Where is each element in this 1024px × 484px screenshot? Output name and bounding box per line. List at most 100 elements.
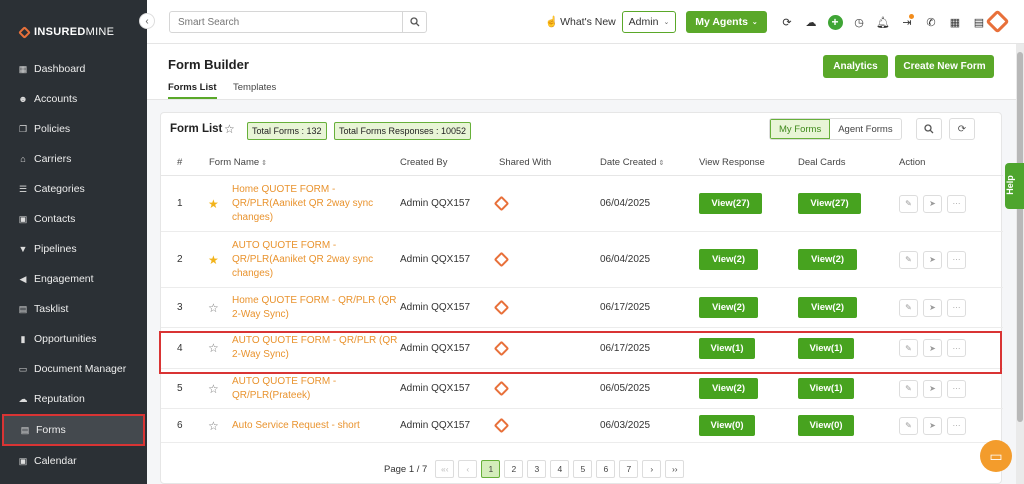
- page-4-button[interactable]: 4: [550, 460, 570, 478]
- deal-cards-button[interactable]: View(27): [798, 193, 861, 214]
- col-form-name[interactable]: Form Name ⇕: [209, 157, 267, 168]
- add-icon[interactable]: +: [823, 12, 847, 32]
- more-options-icon[interactable]: ···: [947, 379, 966, 398]
- deal-cards-button[interactable]: View(1): [798, 378, 854, 399]
- logo[interactable]: INSUREDMINE: [18, 25, 114, 39]
- edit-icon[interactable]: ✎: [899, 250, 918, 269]
- refresh-button[interactable]: ⟳: [949, 118, 975, 140]
- page-1-button[interactable]: 1: [481, 460, 501, 478]
- sidebar-item-accounts[interactable]: ☻ Accounts: [0, 84, 147, 114]
- prev-page-button[interactable]: ‹: [458, 460, 478, 478]
- clock-icon[interactable]: ◷: [847, 12, 871, 32]
- my-forms-toggle[interactable]: My Forms: [770, 119, 831, 139]
- star-icon[interactable]: ☆: [208, 369, 219, 408]
- view-response-button[interactable]: View(2): [699, 297, 758, 318]
- next-page-button[interactable]: ›: [642, 460, 662, 478]
- chat-widget-button[interactable]: ▭: [980, 440, 1012, 472]
- send-icon[interactable]: ➤: [923, 416, 942, 435]
- star-icon[interactable]: ☆: [208, 288, 219, 327]
- deal-cards-button[interactable]: View(2): [798, 249, 857, 270]
- page-2-button[interactable]: 2: [504, 460, 524, 478]
- sidebar-item-categories[interactable]: ☰ Categories: [0, 174, 147, 204]
- sidebar-item-engagement[interactable]: ◀ Engagement: [0, 264, 147, 294]
- first-page-button[interactable]: «‹: [435, 460, 455, 478]
- edit-icon[interactable]: ✎: [899, 339, 918, 357]
- view-response-button[interactable]: View(2): [699, 378, 758, 399]
- star-icon[interactable]: ☆: [208, 409, 219, 442]
- bell-icon[interactable]: 🔔︎: [871, 12, 895, 32]
- chip-icon[interactable]: ▦: [943, 12, 967, 32]
- sidebar-item-dashboard[interactable]: ▦ Dashboard: [0, 54, 147, 84]
- edit-icon[interactable]: ✎: [899, 194, 918, 213]
- create-new-form-button[interactable]: Create New Form: [895, 55, 994, 78]
- star-filled-icon[interactable]: ★: [208, 176, 219, 231]
- form-name-link[interactable]: AUTO QUOTE FORM - QR/PLR(Aaniket QR 2way…: [232, 232, 398, 287]
- page-7-button[interactable]: 7: [619, 460, 639, 478]
- agent-forms-toggle[interactable]: Agent Forms: [830, 119, 900, 139]
- sidebar-item-calendar[interactable]: ▣ Calendar: [0, 446, 147, 476]
- edit-icon[interactable]: ✎: [899, 298, 918, 317]
- more-options-icon[interactable]: ···: [947, 416, 966, 435]
- form-name-link[interactable]: Auto Service Request - short: [232, 409, 398, 442]
- send-icon[interactable]: ➤: [923, 250, 942, 269]
- send-icon[interactable]: ➤: [923, 339, 942, 357]
- profile-avatar[interactable]: [984, 8, 1010, 34]
- form-name-link[interactable]: Home QUOTE FORM - QR/PLR(Aaniket QR 2way…: [232, 176, 398, 231]
- logout-icon[interactable]: ⇥: [895, 12, 919, 32]
- forms-icon: ▤: [20, 424, 30, 435]
- phone-icon[interactable]: ✆: [919, 12, 943, 32]
- my-agents-button[interactable]: My Agents ⌄: [686, 11, 767, 33]
- send-icon[interactable]: ➤: [923, 379, 942, 398]
- edit-icon[interactable]: ✎: [899, 416, 918, 435]
- more-options-icon[interactable]: ···: [947, 298, 966, 317]
- more-options-icon[interactable]: ···: [947, 250, 966, 269]
- deal-cards-button[interactable]: View(2): [798, 297, 857, 318]
- deal-cards-button[interactable]: View(0): [798, 415, 854, 436]
- page-5-button[interactable]: 5: [573, 460, 593, 478]
- whats-new-link[interactable]: ☝ What's New: [545, 15, 616, 28]
- star-icon[interactable]: ☆: [208, 328, 219, 368]
- edit-icon[interactable]: ✎: [899, 379, 918, 398]
- sidebar-item-contacts[interactable]: ▣ Contacts: [0, 204, 147, 234]
- deal-cards-button[interactable]: View(1): [798, 337, 854, 359]
- more-options-icon[interactable]: ···: [947, 339, 966, 357]
- help-tab[interactable]: Help: [1005, 163, 1024, 209]
- view-response-button[interactable]: View(27): [699, 193, 762, 214]
- last-page-button[interactable]: ››: [665, 460, 685, 478]
- sidebar-item-opportunities[interactable]: ▮ Opportunities: [0, 324, 147, 354]
- more-options-icon[interactable]: ···: [947, 194, 966, 213]
- search-forms-button[interactable]: [916, 118, 942, 140]
- scrollbar-thumb[interactable]: [1017, 52, 1023, 422]
- brand-avatar-icon: [493, 340, 510, 356]
- sidebar-item-carriers[interactable]: ⌂ Carriers: [0, 144, 147, 174]
- sync-icon[interactable]: ⟳: [775, 12, 799, 32]
- send-icon[interactable]: ➤: [923, 298, 942, 317]
- form-name-link[interactable]: AUTO QUOTE FORM - QR/PLR(Prateek): [232, 369, 398, 408]
- sidebar-item-reputation[interactable]: ☁ Reputation: [0, 384, 147, 414]
- sidebar-collapse-button[interactable]: ‹: [139, 13, 155, 29]
- form-name-link[interactable]: Home QUOTE FORM - QR/PLR (QR 2-Way Sync): [232, 288, 398, 327]
- view-response-button[interactable]: View(2): [699, 249, 758, 270]
- view-response-button[interactable]: View(1): [699, 337, 755, 359]
- send-icon[interactable]: ➤: [923, 194, 942, 213]
- admin-select[interactable]: Admin ⌄: [622, 11, 676, 33]
- page-6-button[interactable]: 6: [596, 460, 616, 478]
- sidebar-item-document-manager[interactable]: ▭ Document Manager: [0, 354, 147, 384]
- col-date-created[interactable]: Date Created ⇕: [600, 157, 664, 168]
- star-filled-icon[interactable]: ★: [208, 232, 219, 287]
- page-3-button[interactable]: 3: [527, 460, 547, 478]
- tab-templates[interactable]: Templates: [233, 82, 276, 93]
- sidebar-item-policies[interactable]: ❐ Policies: [0, 114, 147, 144]
- form-name-link[interactable]: AUTO QUOTE FORM - QR/PLR (QR 2-Way Sync): [232, 328, 398, 368]
- star-icon[interactable]: ☆: [224, 122, 235, 136]
- col-view-response: View Response: [699, 157, 765, 168]
- sidebar-item-forms[interactable]: ▤ Forms: [2, 414, 145, 446]
- view-response-button[interactable]: View(0): [699, 415, 755, 436]
- cloud-icon[interactable]: ☁: [799, 12, 823, 32]
- tab-forms-list[interactable]: Forms List: [168, 82, 217, 99]
- sidebar-item-tasklist[interactable]: ▤ Tasklist: [0, 294, 147, 324]
- sidebar-item-pipelines[interactable]: ▼ Pipelines: [0, 234, 147, 264]
- analytics-button[interactable]: Analytics: [823, 55, 888, 78]
- search-input[interactable]: [170, 12, 402, 32]
- search-button[interactable]: [402, 12, 426, 32]
